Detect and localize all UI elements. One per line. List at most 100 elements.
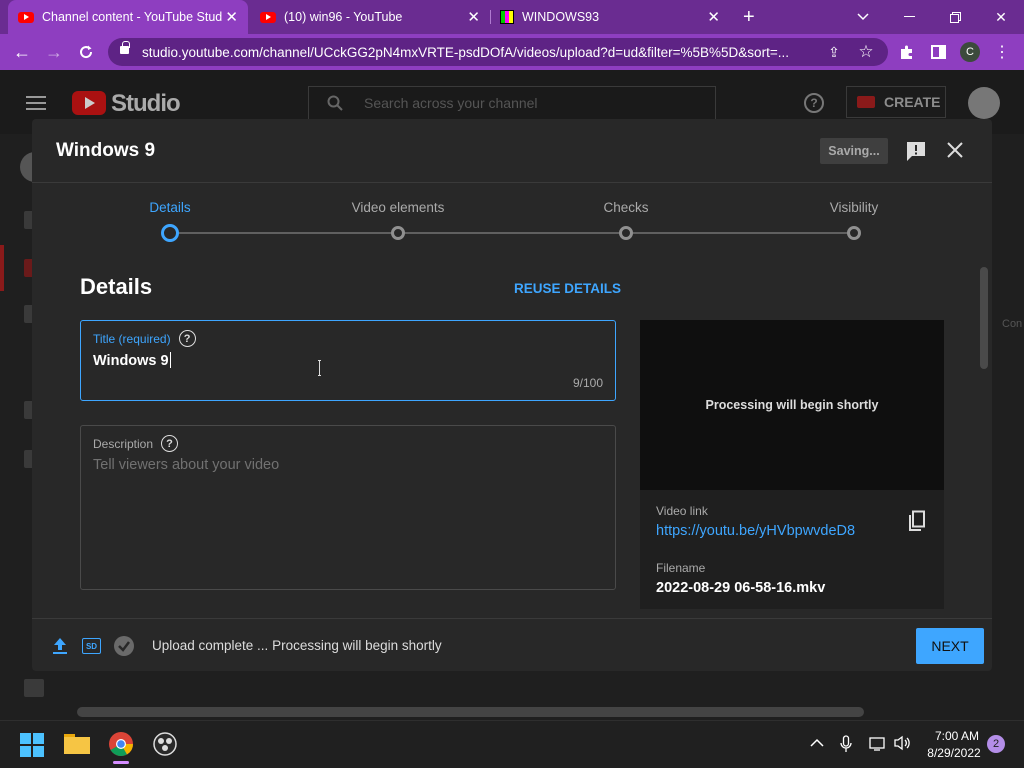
file-explorer-icon[interactable] bbox=[64, 731, 90, 757]
youtube-logo-icon bbox=[72, 91, 106, 115]
clock-time[interactable]: 7:00 AM bbox=[930, 729, 984, 743]
description-field[interactable]: Description ? Tell viewers about your vi… bbox=[80, 425, 616, 590]
description-placeholder: Tell viewers about your video bbox=[93, 457, 280, 473]
next-button[interactable]: NEXT bbox=[916, 628, 984, 664]
windows93-icon bbox=[500, 10, 514, 24]
notification-badge[interactable]: 2 bbox=[987, 735, 1005, 753]
header-divider bbox=[32, 182, 992, 183]
tab-label: Channel content - YouTube Studio bbox=[42, 10, 222, 24]
profile-initial: C bbox=[960, 42, 980, 62]
step-visibility-label[interactable]: Visibility bbox=[774, 200, 934, 215]
create-button[interactable]: CREATE bbox=[846, 86, 946, 118]
sd-badge-text: SD bbox=[85, 641, 98, 651]
background-text: Con bbox=[1002, 318, 1023, 330]
active-app-indicator bbox=[113, 761, 129, 764]
step-video-elements-label[interactable]: Video elements bbox=[318, 200, 478, 215]
description-label-text: Description bbox=[93, 436, 154, 451]
help-icon[interactable]: ? bbox=[178, 330, 196, 347]
help-icon[interactable]: ? bbox=[161, 435, 179, 452]
close-tab-icon[interactable]: ✕ bbox=[707, 8, 720, 26]
title-field[interactable]: Title (required) ? Windows 9 9/100 bbox=[80, 320, 616, 401]
hamburger-menu-icon[interactable] bbox=[26, 96, 46, 115]
tab-win96[interactable]: (10) win96 - YouTube ✕ bbox=[250, 0, 490, 34]
title-field-label: Title (required) ? bbox=[93, 330, 196, 347]
stepper-track bbox=[170, 232, 854, 234]
network-icon[interactable] bbox=[869, 735, 887, 754]
upload-dialog: Windows 9 Saving... Details Video elemen… bbox=[32, 119, 992, 671]
step-checks-dot[interactable] bbox=[619, 226, 633, 240]
dialog-title: Windows 9 bbox=[56, 140, 156, 161]
url-text: studio.youtube.com/channel/UCckGG2pN4mxV… bbox=[142, 44, 789, 60]
step-video-elements-dot[interactable] bbox=[391, 226, 405, 240]
section-title: Details bbox=[80, 274, 153, 299]
feedback-icon[interactable] bbox=[905, 140, 927, 167]
close-tab-icon[interactable]: ✕ bbox=[467, 8, 480, 26]
close-window-button[interactable]: ✕ bbox=[978, 0, 1024, 34]
video-preview-card: Processing will begin shortly Video link… bbox=[640, 320, 944, 609]
description-field-label: Description ? bbox=[93, 435, 179, 452]
video-camera-icon bbox=[857, 96, 875, 108]
horizontal-scrollbar[interactable] bbox=[77, 707, 864, 717]
windows-start-icon[interactable] bbox=[20, 733, 44, 757]
text-caret bbox=[169, 352, 171, 368]
step-visibility-dot[interactable] bbox=[847, 226, 861, 240]
active-rail-indicator bbox=[0, 245, 4, 291]
step-details-dot[interactable] bbox=[161, 224, 179, 242]
title-value-text: Windows 9 bbox=[93, 353, 169, 369]
microphone-icon[interactable] bbox=[840, 735, 852, 756]
sd-processing-icon: SD bbox=[82, 638, 101, 654]
step-checks-label[interactable]: Checks bbox=[546, 200, 706, 215]
channel-search-input[interactable]: Search across your channel bbox=[308, 86, 716, 120]
side-panel-icon[interactable] bbox=[926, 40, 950, 64]
search-placeholder: Search across your channel bbox=[364, 95, 538, 111]
close-tab-icon[interactable]: ✕ bbox=[225, 8, 238, 26]
player-status-text: Processing will begin shortly bbox=[705, 398, 879, 412]
youtube-icon bbox=[260, 11, 276, 23]
upload-status-text: Upload complete ... Processing will begi… bbox=[152, 638, 442, 653]
create-label: CREATE bbox=[884, 94, 941, 110]
share-icon[interactable]: ⇪ bbox=[822, 40, 846, 64]
new-tab-button[interactable]: + bbox=[733, 0, 763, 34]
tab-search-icon[interactable] bbox=[840, 0, 886, 34]
more-menu-icon[interactable]: ⋮ bbox=[990, 40, 1014, 64]
feedback-icon[interactable] bbox=[24, 679, 44, 697]
filename-value: 2022-08-29 06-58-16.mkv bbox=[656, 580, 826, 596]
video-link[interactable]: https://youtu.be/yHVbpwvdeD8 bbox=[656, 523, 855, 539]
chrome-icon[interactable] bbox=[108, 731, 134, 757]
back-arrow-icon[interactable]: ← bbox=[10, 40, 34, 64]
video-player[interactable]: Processing will begin shortly bbox=[640, 320, 944, 490]
account-avatar[interactable] bbox=[968, 87, 1000, 119]
title-input[interactable]: Windows 9 bbox=[93, 352, 171, 369]
browser-toolbar: ← → studio.youtube.com/channel/UCckGG2pN… bbox=[0, 34, 1024, 70]
volume-icon[interactable] bbox=[893, 735, 911, 754]
address-bar[interactable]: studio.youtube.com/channel/UCckGG2pN4mxV… bbox=[108, 38, 888, 66]
tab-label: (10) win96 - YouTube bbox=[284, 10, 403, 24]
tab-label: WINDOWS93 bbox=[522, 10, 600, 24]
profile-avatar[interactable]: C bbox=[958, 40, 982, 64]
tab-windows93[interactable]: WINDOWS93 ✕ bbox=[490, 0, 730, 34]
bookmark-star-icon[interactable]: ☆ bbox=[854, 40, 878, 64]
tab-channel-content[interactable]: Channel content - YouTube Studio ✕ bbox=[8, 0, 248, 34]
show-hidden-icons[interactable] bbox=[810, 735, 824, 751]
copy-icon[interactable] bbox=[907, 510, 925, 531]
footer-divider bbox=[32, 618, 992, 619]
text-cursor bbox=[318, 360, 321, 376]
close-icon[interactable] bbox=[946, 141, 964, 164]
studio-logo-text: Studio bbox=[111, 90, 181, 117]
help-icon[interactable]: ? bbox=[804, 93, 824, 113]
reuse-details-button[interactable]: REUSE DETAILS bbox=[514, 281, 621, 296]
obs-studio-icon[interactable] bbox=[152, 731, 178, 757]
vertical-scrollbar[interactable] bbox=[980, 267, 988, 369]
minimize-button[interactable] bbox=[886, 0, 932, 34]
title-char-count: 9/100 bbox=[572, 376, 603, 390]
extensions-icon[interactable] bbox=[894, 40, 918, 64]
forward-arrow-icon[interactable]: → bbox=[42, 40, 66, 64]
reload-icon[interactable] bbox=[74, 40, 98, 64]
clock-date[interactable]: 8/29/2022 bbox=[918, 746, 990, 760]
browser-tab-strip: Channel content - YouTube Studio ✕ (10) … bbox=[0, 0, 1024, 34]
title-label-text: Title (required) bbox=[93, 331, 171, 346]
checks-complete-icon bbox=[114, 636, 134, 656]
restore-button[interactable] bbox=[932, 0, 978, 34]
step-details-label[interactable]: Details bbox=[90, 200, 250, 215]
lock-icon bbox=[120, 41, 130, 54]
